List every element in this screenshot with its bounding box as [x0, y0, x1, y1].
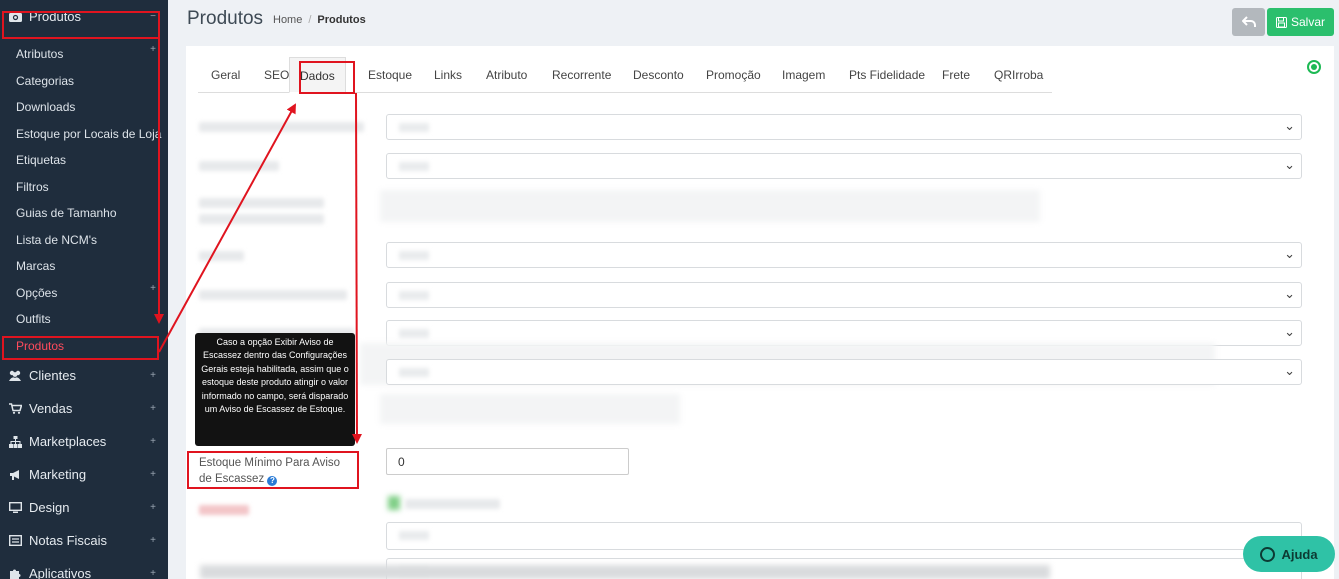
help-button[interactable]: Ajuda — [1243, 536, 1335, 572]
sidebar-item-label: Marcas — [16, 259, 56, 274]
sidebar-item[interactable]: Downloads — [0, 94, 168, 121]
tab-qrirroba[interactable]: QRIrroba — [994, 57, 1043, 93]
tab-desconto[interactable]: Desconto — [633, 57, 684, 93]
annotation-box-field — [187, 451, 359, 489]
tab-pts-fidelidade[interactable]: Pts Fidelidade — [849, 57, 925, 93]
annotation-box-sidebar — [2, 11, 160, 39]
save-button[interactable]: Salvar — [1267, 8, 1334, 36]
sidebar-item[interactable]: Categorias — [0, 68, 168, 95]
expand-icon[interactable]: + — [150, 567, 156, 578]
breadcrumb: Home / Produtos — [273, 14, 366, 26]
tab-imagem[interactable]: Imagem — [782, 57, 825, 93]
expand-icon[interactable]: + — [150, 501, 156, 512]
page-title: Produtos — [187, 8, 264, 29]
expand-icon[interactable]: + — [150, 468, 156, 479]
sidebar-item-label: Outfits — [16, 312, 51, 327]
sidebar: Produtos − Atributos + Categorias Downloads… — [0, 0, 168, 579]
expand-icon[interactable]: + — [150, 435, 156, 446]
puzzle-icon — [7, 568, 23, 579]
status-indicator-icon — [1307, 60, 1321, 74]
tab-frete[interactable]: Frete — [942, 57, 970, 93]
sidebar-item[interactable]: Outfits — [0, 306, 168, 333]
tab-geral[interactable]: Geral — [211, 57, 240, 93]
breadcrumb-separator: / — [308, 14, 312, 26]
sidebar-section-label: Design — [29, 500, 70, 515]
min-stock-input[interactable] — [386, 448, 629, 475]
sidebar-item-label: Atributos — [16, 47, 64, 62]
save-label: Salvar — [1290, 15, 1325, 29]
sidebar-item[interactable]: Guias de Tamanho — [0, 200, 168, 227]
cart-icon — [7, 403, 23, 414]
sidebar-item[interactable]: Etiquetas — [0, 147, 168, 174]
sidebar-item-label: Guias de Tamanho — [16, 206, 117, 221]
users-icon — [7, 370, 23, 381]
back-button[interactable] — [1232, 8, 1265, 36]
annotation-box-produtos — [2, 336, 159, 360]
sidebar-section-aplicativos[interactable]: Aplicativos + — [0, 557, 168, 579]
sidebar-section-clientes[interactable]: Clientes + — [0, 359, 168, 392]
sidebar-item[interactable]: Estoque por Locais de Loja — [0, 121, 168, 148]
help-tooltip: Caso a opção Exibir Aviso de Escassez de… — [195, 333, 355, 446]
tab-estoque[interactable]: Estoque — [368, 57, 412, 93]
tab-seo[interactable]: SEO — [264, 57, 289, 93]
sidebar-section-label: Clientes — [29, 368, 76, 383]
floppy-icon — [1275, 16, 1287, 28]
sidebar-section-design[interactable]: Design + — [0, 491, 168, 524]
sidebar-section-vendas[interactable]: Vendas + — [0, 392, 168, 425]
expand-icon[interactable]: + — [150, 44, 156, 55]
sidebar-item-label: Estoque por Locais de Loja — [16, 126, 162, 141]
sidebar-sections: Clientes + Vendas + Marketplaces + Marketing + D… — [0, 359, 168, 579]
tab-recorrente[interactable]: Recorrente — [552, 57, 611, 93]
sidebar-section-label: Marketing — [29, 467, 87, 482]
monitor-icon — [7, 502, 23, 513]
invoice-icon — [7, 535, 23, 546]
sidebar-section-notas-fiscais[interactable]: Notas Fiscais + — [0, 524, 168, 557]
megaphone-icon — [7, 469, 23, 481]
expand-icon[interactable]: + — [150, 534, 156, 545]
annotation-box-tab — [299, 61, 355, 94]
expand-icon[interactable]: + — [150, 402, 156, 413]
sidebar-item-label: Opções — [16, 285, 58, 300]
sitemap-icon — [7, 435, 23, 448]
sidebar-section-label: Aplicativos — [29, 566, 92, 579]
breadcrumb-current: Produtos — [317, 14, 366, 26]
sidebar-item-label: Filtros — [16, 179, 49, 194]
sidebar-section-label: Notas Fiscais — [29, 533, 108, 548]
sidebar-section-marketing[interactable]: Marketing + — [0, 458, 168, 491]
chat-bubble-icon — [1260, 546, 1276, 562]
tab-atributo[interactable]: Atributo — [486, 57, 527, 93]
sidebar-item-label: Categorias — [16, 73, 75, 88]
sidebar-item[interactable]: Marcas — [0, 253, 168, 280]
sidebar-item-label: Lista de NCM's — [16, 232, 97, 247]
help-button-label: Ajuda — [1281, 546, 1318, 562]
sidebar-section-label: Marketplaces — [29, 434, 107, 449]
sidebar-item[interactable]: Atributos + — [0, 41, 168, 68]
sidebar-item-label: Downloads — [16, 100, 76, 115]
tab-promoção[interactable]: Promoção — [706, 57, 761, 93]
sidebar-item[interactable]: Lista de NCM's — [0, 227, 168, 254]
sidebar-catalog-list: Atributos + Categorias Downloads Estoque por… — [0, 33, 168, 359]
sidebar-item-label: Etiquetas — [16, 153, 67, 168]
breadcrumb-home[interactable]: Home — [273, 14, 302, 26]
sidebar-section-marketplaces[interactable]: Marketplaces + — [0, 425, 168, 458]
sidebar-section-label: Vendas — [29, 401, 73, 416]
undo-icon — [1241, 16, 1256, 27]
expand-icon[interactable]: + — [150, 283, 156, 294]
tab-links[interactable]: Links — [434, 57, 462, 93]
sidebar-item[interactable]: Opções + — [0, 280, 168, 307]
expand-icon[interactable]: + — [150, 369, 156, 380]
sidebar-item[interactable]: Filtros — [0, 174, 168, 201]
